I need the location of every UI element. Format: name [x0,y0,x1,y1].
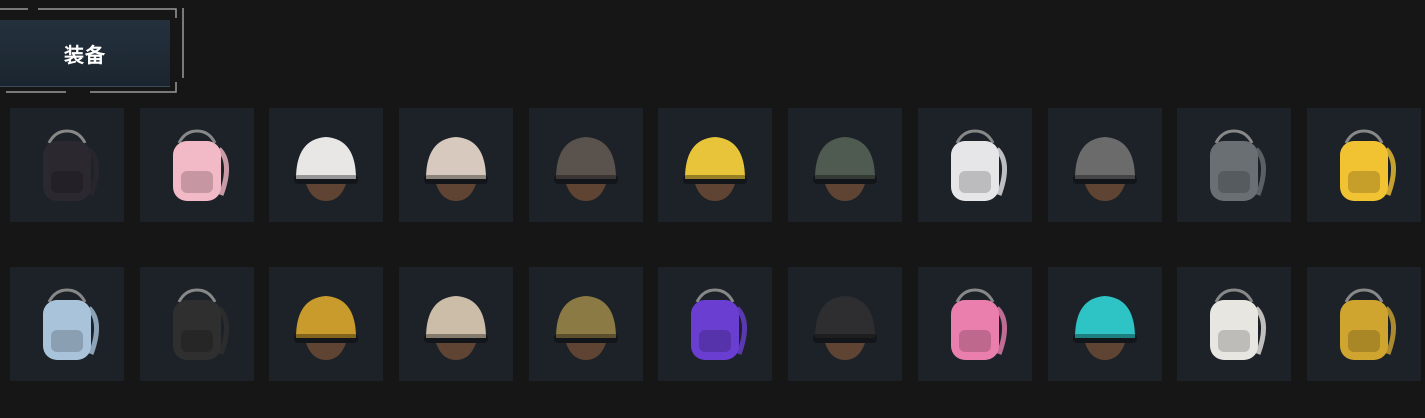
item-slot[interactable] [1177,267,1292,381]
backpack-shark-icon [43,288,99,360]
backpack-purple-icon [691,288,748,360]
item-slot[interactable] [788,267,903,381]
item-slot[interactable] [269,267,384,381]
backpack-black-icon [172,288,229,360]
item-slot[interactable] [139,267,254,381]
helmet-horned-icon [1072,137,1137,201]
helmet-gold-visor-icon [294,296,359,360]
item-slot[interactable] [399,108,514,222]
backpack-tactical-icon [1210,129,1267,201]
helmet-spiked-icon [553,137,618,201]
backpack-pink-ribbon-icon [950,288,1007,360]
item-row-1 [10,108,1425,222]
item-slot[interactable] [1306,267,1421,381]
item-slot[interactable] [10,108,124,222]
item-slot[interactable] [1047,267,1162,381]
backpack-bee-wings-icon [1339,129,1396,201]
item-slot[interactable] [1047,108,1162,222]
item-slot[interactable] [528,108,643,222]
item-slot[interactable] [269,108,384,222]
item-slot[interactable] [1177,108,1292,222]
helmet-red-white-icon [424,137,489,201]
item-slot[interactable] [788,108,903,222]
item-slot[interactable] [10,267,124,381]
item-slot[interactable] [658,108,773,222]
item-slot[interactable] [528,267,643,381]
item-slot[interactable] [1306,108,1421,222]
helmet-black-visor-icon [813,296,878,360]
item-slot[interactable] [917,108,1032,222]
helmet-bee-antennae-icon [683,137,748,201]
helmet-teal-visor-icon [1072,296,1137,360]
helmet-gold-mesh-icon [553,296,618,360]
helmet-camo-icon [813,137,878,201]
item-slot[interactable] [917,267,1032,381]
tab-equipment[interactable]: 装备 [0,20,170,87]
backpack-pink-icon [172,129,229,201]
item-slot[interactable] [658,267,773,381]
backpack-black-gold-icon [1339,288,1396,360]
backpack-dark-icon [43,129,99,201]
backpack-white-orange-icon [1210,288,1267,360]
item-slot[interactable] [399,267,514,381]
helmet-dalmatian-icon [294,137,359,201]
helmet-cream-icon [424,296,489,360]
category-tab-frame: 装备 [0,8,184,94]
backpack-white-icon [950,129,1007,201]
item-slot[interactable] [139,108,254,222]
item-row-2 [10,267,1425,381]
